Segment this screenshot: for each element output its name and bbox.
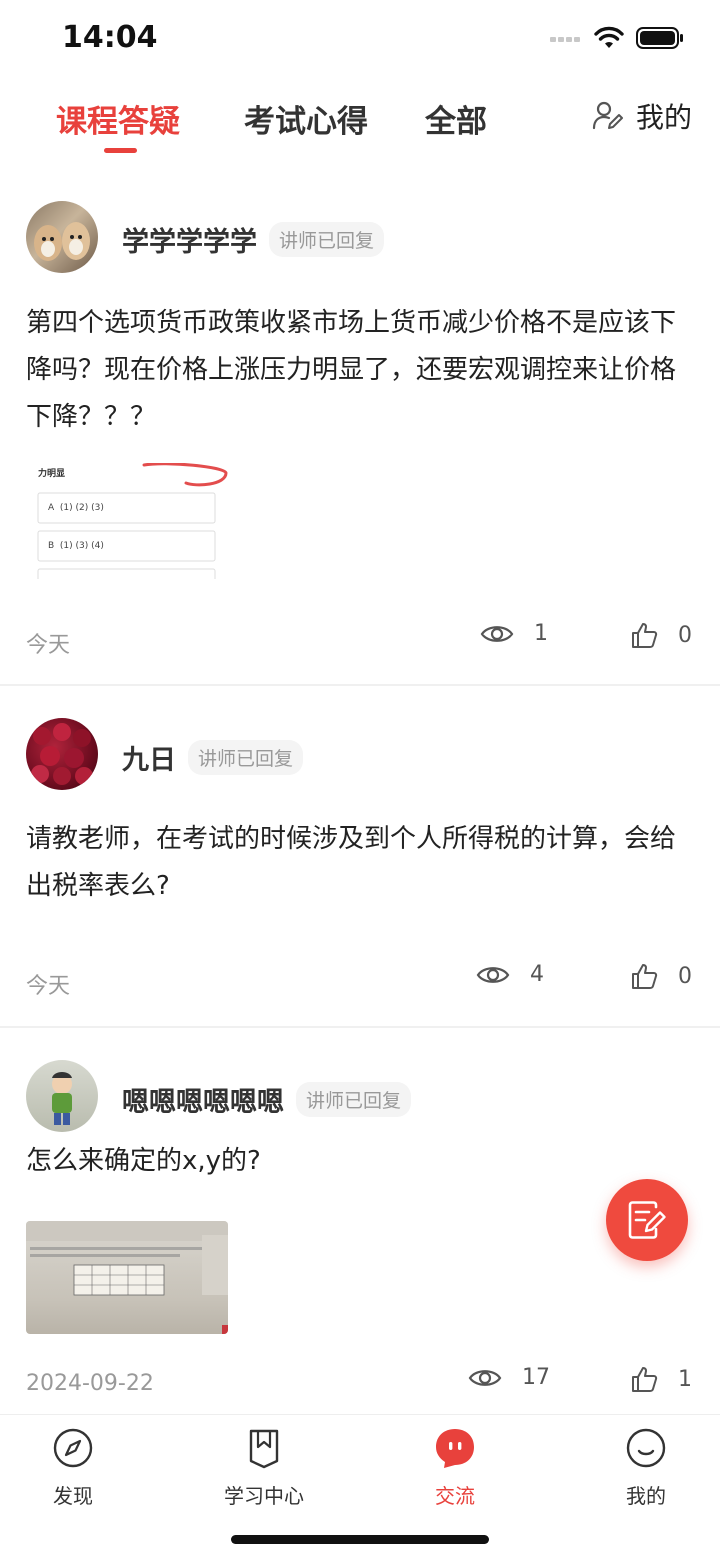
post-image-drawing xyxy=(37,463,228,579)
eye-icon xyxy=(468,1369,502,1386)
post-author: 九日 讲师已回复 xyxy=(122,738,304,777)
view-count: 17 xyxy=(468,1365,550,1390)
top-tabs: 课程答疑 考试心得 全部 我的 xyxy=(0,78,720,158)
berries-avatar-image xyxy=(31,723,93,785)
status-time: 14:04 xyxy=(62,20,158,55)
avatar[interactable] xyxy=(26,201,98,273)
reply-status-badge: 讲师已回复 xyxy=(269,222,385,257)
dog-avatar-image xyxy=(34,222,90,261)
compass-icon xyxy=(53,1428,93,1468)
post-content[interactable]: 请教老师，在考试的时候涉及到个人所得税的计算，会给出税率表么? xyxy=(26,816,692,910)
post-author: 学学学学学 讲师已回复 xyxy=(122,220,385,259)
like-button[interactable]: 0 xyxy=(630,621,692,649)
view-count-value: 4 xyxy=(530,962,544,987)
smile-icon xyxy=(626,1428,666,1468)
tabbar-learning-center-label: 学习中心 xyxy=(224,1484,304,1508)
image-text-option-b: B (1) (3) (4) xyxy=(48,541,104,551)
image-text-option-a: A (1) (2) (3) xyxy=(48,503,104,513)
post-card[interactable]: 九日 讲师已回复 请教老师，在考试的时候涉及到个人所得税的计算，会给出税率表么?… xyxy=(0,686,720,1028)
reply-status-badge: 讲师已回复 xyxy=(296,1082,412,1117)
tabbar-community-label: 交流 xyxy=(435,1484,475,1508)
status-bar: 14:04 xyxy=(0,0,720,78)
author-name[interactable]: 九日 xyxy=(122,738,176,777)
tab-course-qa[interactable]: 课程答疑 xyxy=(56,96,180,141)
thumbs-up-icon xyxy=(632,964,658,989)
my-posts-link[interactable]: 我的 xyxy=(592,96,692,136)
view-count: 4 xyxy=(476,962,544,987)
post-meta: 今天 4 0 xyxy=(26,962,692,1002)
post-card[interactable]: 学学学学学 讲师已回复 第四个选项货币政策收紧市场上货币减少价格不是应该下降吗？… xyxy=(0,175,720,686)
post-meta: 今天 1 0 xyxy=(26,621,692,661)
post-date: 今天 xyxy=(26,974,71,999)
view-count-value: 1 xyxy=(534,621,548,646)
like-count: 0 xyxy=(678,622,692,648)
post-author: 嗯嗯嗯嗯嗯嗯 讲师已回复 xyxy=(122,1080,412,1119)
avatar[interactable] xyxy=(26,1060,98,1132)
tab-all[interactable]: 全部 xyxy=(425,96,487,141)
edit-note-icon xyxy=(628,1201,666,1239)
image-text-title: 力明显 xyxy=(38,469,66,479)
active-tab-indicator xyxy=(104,148,137,153)
chat-icon xyxy=(436,1429,474,1468)
post-image[interactable] xyxy=(26,1221,228,1334)
tabbar-learning-center[interactable]: 学习中心 xyxy=(209,1427,319,1509)
reply-status-badge: 讲师已回复 xyxy=(188,740,304,775)
my-posts-label: 我的 xyxy=(635,101,692,134)
thumbs-up-icon xyxy=(632,1367,658,1392)
post-content[interactable]: 第四个选项货币政策收紧市场上货币减少价格不是应该下降吗？现在价格上涨压力明显了，… xyxy=(26,300,692,441)
tabbar-me[interactable]: 我的 xyxy=(591,1427,701,1509)
book-icon xyxy=(249,1429,279,1469)
home-indicator xyxy=(231,1535,489,1544)
thumbs-up-icon xyxy=(632,623,658,648)
eye-icon xyxy=(476,966,510,983)
avatar[interactable] xyxy=(26,718,98,790)
like-count: 0 xyxy=(678,963,692,989)
tabbar-discover[interactable]: 发现 xyxy=(18,1427,128,1509)
tabbar-community[interactable]: 交流 xyxy=(400,1427,510,1509)
tab-exam-experience[interactable]: 考试心得 xyxy=(244,96,368,141)
post-meta: 2024-09-22 17 1 xyxy=(26,1365,692,1405)
like-count: 1 xyxy=(678,1366,692,1392)
battery-icon xyxy=(636,27,683,49)
worksheet-photo xyxy=(26,1221,228,1334)
tabbar-me-label: 我的 xyxy=(626,1484,666,1508)
tabbar-discover-label: 发现 xyxy=(53,1484,93,1508)
cellular-icon xyxy=(550,37,580,42)
compose-post-button[interactable] xyxy=(606,1179,688,1261)
view-count-value: 17 xyxy=(522,1365,550,1390)
status-icons xyxy=(550,26,684,50)
author-name[interactable]: 嗯嗯嗯嗯嗯嗯 xyxy=(122,1080,284,1119)
post-image[interactable]: 力明显 A (1) (2) (3) B (1) (3) (4) xyxy=(26,463,228,579)
like-button[interactable]: 0 xyxy=(630,962,692,990)
post-date: 2024-09-22 xyxy=(26,1371,154,1396)
post-date: 今天 xyxy=(26,633,71,658)
user-edit-icon xyxy=(592,101,623,130)
wifi-icon xyxy=(594,26,624,48)
post-content[interactable]: 怎么来确定的x,y的? xyxy=(26,1138,692,1185)
eye-icon xyxy=(480,625,514,642)
view-count: 1 xyxy=(480,621,548,646)
author-name[interactable]: 学学学学学 xyxy=(122,220,257,259)
figure-avatar-image xyxy=(52,1072,72,1125)
like-button[interactable]: 1 xyxy=(630,1365,692,1393)
